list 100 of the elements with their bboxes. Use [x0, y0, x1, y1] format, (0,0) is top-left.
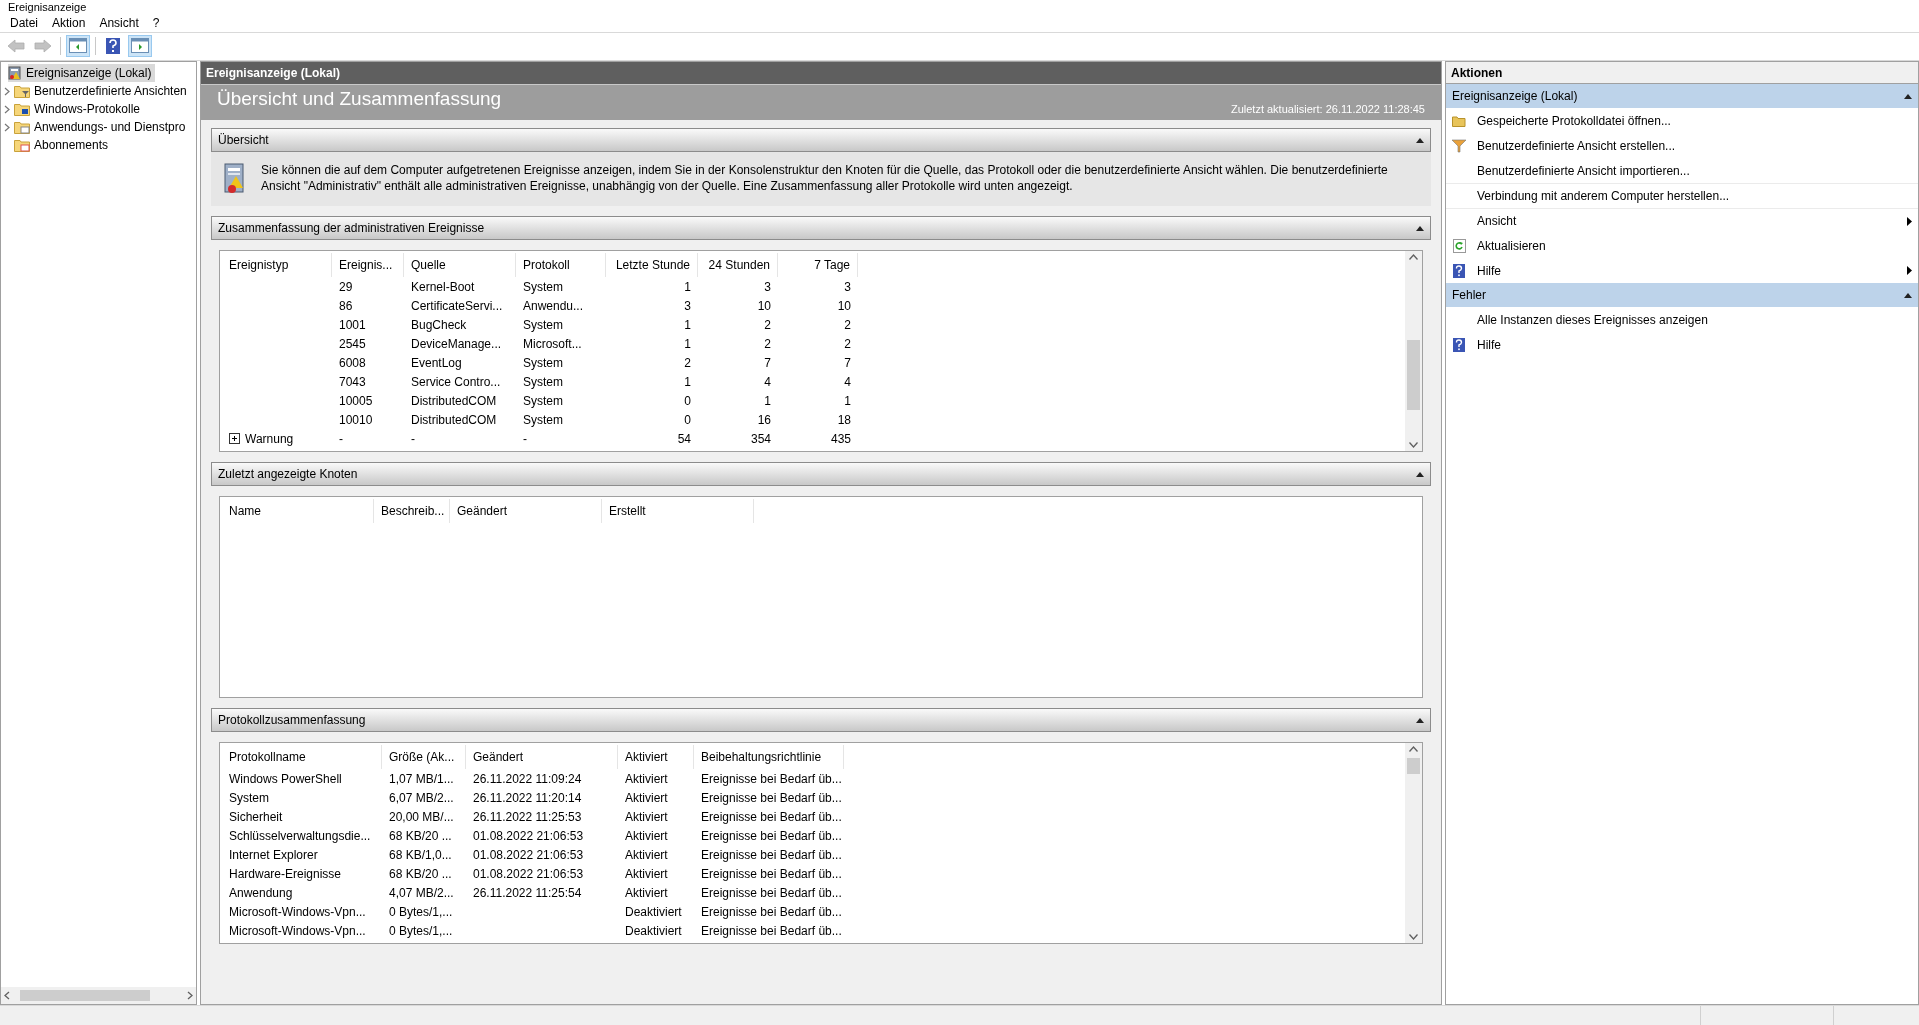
column-header[interactable]: 7 Tage	[778, 253, 858, 277]
column-header[interactable]: Geändert	[466, 745, 618, 769]
scroll-down-icon[interactable]	[1409, 442, 1418, 448]
column-header[interactable]: Name	[222, 499, 374, 523]
table-cell-text: Deaktiviert	[625, 922, 682, 940]
table-cell-text: 26.11.2022 11:25:54	[473, 884, 582, 902]
action-item[interactable]: Verbindung mit anderem Computer herstellen...	[1446, 183, 1918, 208]
collapse-icon[interactable]	[1904, 292, 1912, 298]
table-cell-text: 26.11.2022 11:20:14	[473, 789, 582, 807]
scrollbar-thumb[interactable]	[1407, 758, 1420, 774]
scrollbar-thumb[interactable]	[20, 990, 150, 1001]
scroll-up-icon[interactable]	[1409, 254, 1418, 260]
table-cell-text: 0 Bytes/1,...	[389, 922, 453, 940]
table-cell-text: CertificateServi...	[411, 297, 503, 315]
column-header[interactable]: Größe (Ak...	[382, 745, 466, 769]
section-header[interactable]: Übersicht	[211, 128, 1431, 152]
table-cell-text: Aktiviert	[625, 846, 668, 864]
action-item[interactable]: Gespeicherte Protokolldatei öffnen...	[1446, 108, 1918, 133]
table-cell-text: Internet Explorer	[229, 846, 318, 864]
column-header[interactable]: Beschreib...	[374, 499, 450, 523]
column-header[interactable]: Letzte Stunde	[606, 253, 698, 277]
table-cell-text: Hardware-Ereignisse	[229, 865, 342, 883]
expand-icon[interactable]	[229, 433, 240, 444]
column-header[interactable]: Erstellt	[602, 499, 754, 523]
table-cell-text: Ereignisse bei Bedarf üb...	[701, 789, 842, 807]
table-cell-text: Deaktiviert	[625, 903, 682, 921]
table-cell-text: 4	[764, 373, 771, 391]
tree-pane-button[interactable]	[66, 34, 90, 57]
column-header[interactable]: Geändert	[450, 499, 602, 523]
table-cell-text: 1	[684, 373, 691, 391]
collapse-icon[interactable]	[1416, 717, 1424, 723]
menu-item[interactable]: Ansicht	[93, 17, 145, 29]
collapse-icon[interactable]	[1416, 471, 1424, 477]
table-cell-text: 1	[684, 316, 691, 334]
action-pane-button[interactable]	[128, 34, 152, 57]
table-cell-text: BugCheck	[411, 316, 467, 334]
tree-item[interactable]: Anwendungs- und Dienstpro	[14, 118, 190, 136]
action-item[interactable]: Benutzerdefinierte Ansicht erstellen...	[1446, 133, 1918, 158]
menu-item[interactable]: Aktion	[46, 17, 92, 29]
table-cell-text: DeviceManage...	[411, 335, 502, 353]
column-header[interactable]: 24 Stunden	[698, 253, 778, 277]
table-cell-text: Warnung	[245, 430, 294, 448]
tree-item[interactable]: Abonnements	[14, 136, 113, 154]
section-header[interactable]: Zusammenfassung der administrativen Ereignisse	[211, 216, 1431, 240]
action-item[interactable]: Ansicht	[1446, 208, 1918, 233]
table-cell-text: Ereignisse bei Bedarf üb...	[701, 922, 842, 940]
column-header[interactable]: Ereignis...	[332, 253, 404, 277]
column-header[interactable]: Aktiviert	[618, 745, 694, 769]
action-group-header[interactable]: Fehler	[1446, 283, 1918, 307]
table-cell-text: 1001	[339, 316, 366, 334]
action-item[interactable]: Hilfe	[1446, 258, 1918, 283]
table-cell-text: Microsoft-Windows-Vpn...	[229, 903, 366, 921]
table-cell-text: Anwendu...	[523, 297, 584, 315]
table-cell-text: Kernel-Boot	[411, 278, 475, 296]
table-cell-text: 1	[684, 335, 691, 353]
vertical-scrollbar[interactable]	[1405, 743, 1422, 943]
menu-item[interactable]: Datei	[4, 17, 44, 29]
table-cell-text: 86	[339, 297, 353, 315]
table-cell-text: 3	[684, 297, 691, 315]
collapse-icon[interactable]	[1416, 225, 1424, 231]
column-header[interactable]: Ereignistyp	[222, 253, 332, 277]
action-group-header[interactable]: Ereignisanzeige (Lokal)	[1446, 84, 1918, 108]
table-cell-text: 7	[764, 354, 771, 372]
table-cell-text: 29	[339, 278, 353, 296]
table-cell-text: 68 KB/20 ...	[389, 865, 452, 883]
column-header[interactable]: Beibehaltungsrichtlinie	[694, 745, 844, 769]
scroll-down-icon[interactable]	[1409, 934, 1418, 940]
table-cell-text: Ereignisse bei Bedarf üb...	[701, 903, 842, 921]
vertical-scrollbar[interactable]	[1405, 251, 1422, 451]
table-cell-text: Microsoft...	[523, 335, 582, 353]
table-cell-text: Aktiviert	[625, 770, 668, 788]
column-header[interactable]: Protokollname	[222, 745, 382, 769]
table-cell-text: 4,07 MB/2...	[389, 884, 454, 902]
tree-item[interactable]: Benutzerdefinierte Ansichten	[14, 82, 191, 100]
scroll-left-icon[interactable]	[4, 991, 10, 1000]
table-cell-text: 68 KB/20 ...	[389, 827, 452, 845]
section-header[interactable]: Protokollzusammenfassung	[211, 708, 1431, 732]
table-cell-text: 54	[677, 430, 691, 448]
action-item[interactable]: Benutzerdefinierte Ansicht importieren...	[1446, 158, 1918, 183]
action-item[interactable]: Hilfe	[1446, 332, 1918, 357]
scroll-up-icon[interactable]	[1409, 746, 1418, 752]
section-title: Zusammenfassung der administrativen Ereignisse	[218, 220, 485, 237]
table-cell-text: 0	[684, 411, 691, 429]
action-item[interactable]: Alle Instanzen dieses Ereignisses anzeigen	[1446, 307, 1918, 332]
tree-item[interactable]: Ereignisanzeige (Lokal)	[8, 64, 156, 82]
column-header[interactable]: Quelle	[404, 253, 516, 277]
scroll-right-icon[interactable]	[187, 991, 193, 1000]
collapse-icon[interactable]	[1904, 93, 1912, 99]
window-title: Ereignisanzeige	[8, 1, 87, 13]
column-header[interactable]: Protokoll	[516, 253, 606, 277]
table-cell-text: Microsoft-Windows-Vpn...	[229, 922, 366, 940]
table-cell-text: Anwendung	[229, 884, 293, 902]
collapse-icon[interactable]	[1416, 137, 1424, 143]
table-cell-text: Aktiviert	[625, 827, 668, 845]
section-header[interactable]: Zuletzt angezeigte Knoten	[211, 462, 1431, 486]
menu-item[interactable]: ?	[146, 17, 166, 29]
horizontal-scrollbar[interactable]	[1, 987, 196, 1004]
tree-item[interactable]: Windows-Protokolle	[14, 100, 145, 118]
action-item[interactable]: Aktualisieren	[1446, 233, 1918, 258]
scrollbar-thumb[interactable]	[1407, 340, 1420, 410]
